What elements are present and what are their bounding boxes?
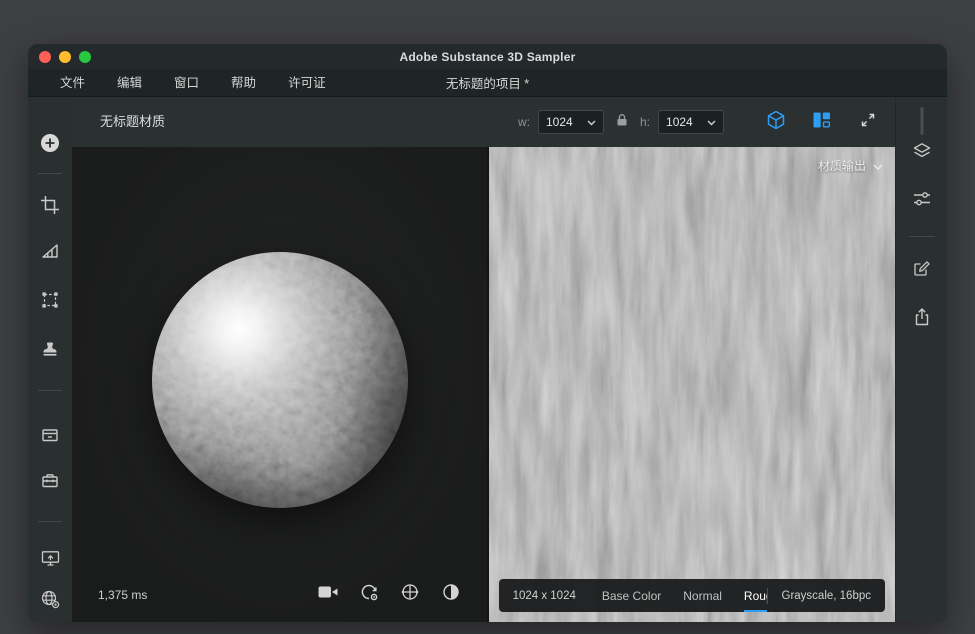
lock-aspect-button[interactable] [612, 113, 632, 132]
viewport-settings-icon [40, 589, 60, 614]
title-bar[interactable]: Adobe Substance 3D Sampler [28, 44, 947, 69]
height-value: 1024 [666, 115, 693, 129]
viewport-3d[interactable]: 1,375 ms [72, 147, 487, 622]
tab-normal[interactable]: Normal [683, 579, 722, 612]
chevron-down-icon [707, 113, 716, 131]
left-toolbar-divider [38, 173, 62, 174]
layers-panel-button[interactable] [906, 137, 938, 169]
left-toolbar-divider [38, 521, 62, 522]
menu-edit[interactable]: 编辑 [101, 69, 158, 97]
stamp-icon [41, 340, 59, 363]
export-panel-button[interactable] [906, 303, 938, 335]
height-label: h: [640, 115, 650, 129]
left-toolbar [28, 97, 72, 622]
view-3d-button[interactable] [763, 109, 789, 135]
fullscreen-button[interactable] [855, 109, 881, 135]
zoom-window-button[interactable] [79, 51, 91, 63]
project-title: 无标题的项目 * [446, 73, 529, 92]
menu-bar: 文件 编辑 窗口 帮助 许可证 无标题的项目 * [28, 69, 947, 97]
perspective-icon [41, 242, 59, 265]
material-output-label: 材质输出 [818, 157, 866, 174]
shelf-panel-button[interactable] [35, 422, 65, 452]
clone-stamp-tool-button[interactable] [35, 336, 65, 366]
chevron-down-icon [587, 113, 596, 131]
camera-button[interactable] [316, 582, 340, 606]
tab-base-color[interactable]: Base Color [602, 579, 661, 612]
traffic-lights [39, 44, 91, 69]
size-controls: w: 1024 h: [518, 97, 724, 147]
globe-icon [400, 582, 420, 607]
right-sidebar-divider [909, 236, 935, 237]
window-title: Adobe Substance 3D Sampler [400, 50, 576, 64]
app-window: Adobe Substance 3D Sampler 文件 编辑 窗口 帮助 许… [28, 44, 947, 622]
channel-tabs: Base Color Normal Roughness M [602, 579, 767, 612]
width-value: 1024 [546, 115, 573, 129]
close-window-button[interactable] [39, 51, 51, 63]
add-icon [39, 132, 61, 159]
cube-3d-icon [765, 109, 787, 136]
screen-share-button[interactable] [35, 545, 65, 575]
export-icon [912, 307, 932, 332]
view-mode-buttons [763, 97, 881, 147]
tonemapping-icon [441, 582, 461, 607]
shelf-icon [41, 426, 59, 449]
desktop-background: Adobe Substance 3D Sampler 文件 编辑 窗口 帮助 许… [0, 0, 975, 634]
perspective-tool-button[interactable] [35, 238, 65, 268]
tab-roughness[interactable]: Roughness [744, 579, 767, 612]
document-edit-panel-button[interactable] [906, 255, 938, 287]
material-toolbar: 无标题材质 w: 1024 [72, 97, 895, 147]
crop-tool-button[interactable] [35, 192, 65, 222]
render-time: 1,375 ms [98, 588, 147, 602]
environment-icon [359, 582, 379, 607]
viewport-controls [316, 582, 463, 606]
toolbox-icon [41, 472, 59, 495]
add-layer-button[interactable] [35, 130, 65, 160]
camera-icon [318, 584, 338, 605]
toolbox-panel-button[interactable] [35, 468, 65, 498]
material-output-dropdown[interactable]: 材质输出 [818, 157, 883, 174]
height-dropdown[interactable]: 1024 [658, 110, 724, 134]
tonemapping-button[interactable] [439, 582, 463, 606]
split-view-icon [812, 110, 832, 135]
globe-button[interactable] [398, 582, 422, 606]
right-sidebar [895, 97, 947, 622]
viewport-settings-button[interactable] [35, 586, 65, 616]
menu-help[interactable]: 帮助 [215, 69, 272, 97]
crop-icon [41, 196, 59, 219]
material-name: 无标题材质 [100, 97, 165, 147]
filters-icon [912, 189, 932, 214]
chevron-down-icon [873, 159, 883, 173]
lock-icon [616, 113, 628, 132]
expand-icon [859, 111, 877, 134]
transform-tool-button[interactable] [35, 287, 65, 317]
width-label: w: [518, 115, 530, 129]
menu-file[interactable]: 文件 [44, 69, 101, 97]
width-dropdown[interactable]: 1024 [538, 110, 604, 134]
texture-format: Grayscale, 16bpc [782, 590, 872, 602]
window-content: 无标题材质 w: 1024 [28, 97, 947, 622]
texture-resolution: 1024 x 1024 [513, 590, 576, 602]
screen-share-icon [41, 549, 60, 572]
transform-icon [41, 291, 59, 314]
filters-panel-button[interactable] [906, 185, 938, 217]
menu-window[interactable]: 窗口 [158, 69, 215, 97]
menu-license[interactable]: 许可证 [272, 69, 342, 97]
left-toolbar-divider [38, 390, 62, 391]
status-bar-divider [767, 588, 768, 604]
main-area: 无标题材质 w: 1024 [72, 97, 895, 622]
split-view-button[interactable] [809, 109, 835, 135]
right-sidebar-scrollbar-thumb[interactable] [920, 107, 923, 135]
document-edit-icon [912, 259, 932, 284]
layers-icon [912, 141, 932, 166]
preview-sphere[interactable] [152, 252, 408, 508]
channel-status-bar: 1024 x 1024 Base Color Normal Roughness … [499, 579, 885, 612]
minimize-window-button[interactable] [59, 51, 71, 63]
texture-view[interactable]: 材质输出 1024 x 1024 Base Color Normal Rough… [489, 147, 895, 622]
panel-split: 1,375 ms [72, 147, 895, 622]
environment-button[interactable] [357, 582, 381, 606]
